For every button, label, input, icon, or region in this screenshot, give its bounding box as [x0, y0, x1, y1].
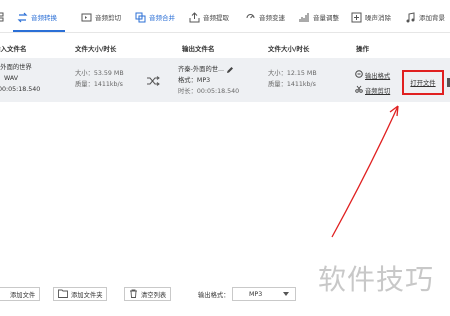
output-format-select[interactable]: MP3	[232, 287, 296, 301]
add-folder-button[interactable]: 添加文件夹	[53, 287, 108, 301]
output-format-label: 输出格式：	[198, 292, 230, 299]
add-file-button[interactable]: 添加文件	[0, 287, 41, 301]
add-folder-label: 添加文件夹	[71, 291, 103, 299]
clear-list-label: 清空列表	[141, 291, 167, 299]
output-format-select-value: MP3	[249, 290, 263, 298]
trash-icon	[129, 289, 138, 300]
clear-list-button[interactable]: 清空列表	[124, 287, 172, 301]
folder-icon	[58, 289, 68, 300]
chevron-down-icon	[283, 292, 289, 296]
bottom-bar: 添加文件 添加文件夹 清空列表 输出格式：	[0, 280, 450, 310]
add-file-label: 添加文件	[10, 291, 36, 299]
